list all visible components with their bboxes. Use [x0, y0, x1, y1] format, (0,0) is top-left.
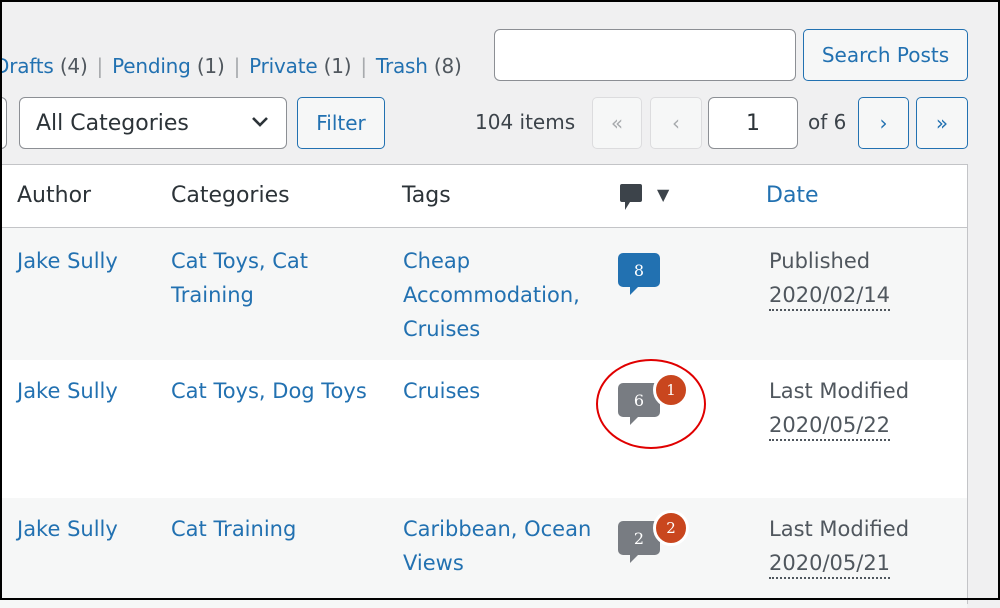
date-cell: Published 2020/02/14: [769, 244, 891, 312]
date-status: Last Modified: [769, 517, 910, 541]
tag-link[interactable]: Cheap: [403, 244, 580, 278]
category-filter-value: All Categories: [36, 110, 189, 136]
separator: |: [360, 54, 367, 78]
posts-table: Author Categories Tags ▼ Date Jake Sully…: [0, 164, 968, 608]
status-link-drafts[interactable]: Drafts (4): [0, 54, 88, 78]
current-page-input[interactable]: 1: [708, 97, 798, 149]
status-link-trash[interactable]: Trash (8): [376, 54, 462, 78]
status-link-private[interactable]: Private (1): [249, 54, 351, 78]
date-cell: Last Modified 2020/05/22: [769, 374, 909, 442]
last-page-button[interactable]: »: [916, 97, 968, 149]
date-value: 2020/05/22: [769, 411, 891, 441]
separator: |: [233, 54, 241, 78]
date-value: 2020/02/14: [769, 281, 891, 311]
separator: |: [96, 54, 104, 78]
date-value: 2020/05/21: [769, 549, 891, 579]
search-posts-input[interactable]: [494, 29, 796, 81]
column-header-categories: Categories: [171, 183, 290, 208]
search-posts-button[interactable]: Search Posts: [803, 29, 968, 81]
date-status: Published: [769, 249, 871, 273]
category-link[interactable]: Training: [171, 278, 308, 312]
next-page-button[interactable]: ›: [858, 97, 909, 149]
comment-icon: [620, 184, 642, 210]
column-header-tags: Tags: [402, 183, 451, 208]
approved-comments-bubble[interactable]: 8: [618, 253, 660, 295]
chevron-down-icon: [252, 117, 268, 127]
categories-cell: Cat Training: [171, 512, 296, 546]
author-link[interactable]: Jake Sully: [17, 512, 118, 546]
tags-cell: Caribbean, Ocean Views: [403, 512, 591, 580]
status-link-pending[interactable]: Pending (1): [112, 54, 225, 78]
author-link[interactable]: Jake Sully: [17, 374, 118, 408]
sort-down-icon: ▼: [657, 185, 670, 204]
tags-cell: Cheap Accommodation, Cruises: [403, 244, 580, 346]
category-link[interactable]: Cat Toys, Dog Toys: [171, 374, 367, 408]
tag-link[interactable]: Caribbean, Ocean: [403, 512, 591, 546]
tag-link[interactable]: Cruises: [403, 312, 580, 346]
author-link[interactable]: Jake Sully: [17, 244, 118, 278]
highlight-annotation-circle: [596, 359, 706, 449]
categories-cell: Cat Toys, Dog Toys: [171, 374, 367, 408]
category-link[interactable]: Cat Training: [171, 512, 296, 546]
tag-link[interactable]: Views: [403, 546, 591, 580]
first-page-button[interactable]: «: [592, 97, 642, 149]
tag-link[interactable]: Accommodation,: [403, 278, 580, 312]
date-status: Last Modified: [769, 379, 910, 403]
column-header-date[interactable]: Date: [766, 183, 819, 208]
tags-cell: Cruises: [403, 374, 480, 408]
total-pages: of 6: [808, 110, 847, 134]
categories-cell: Cat Toys, Cat Training: [171, 244, 308, 312]
column-header-author: Author: [17, 183, 92, 208]
bulk-actions-select[interactable]: [0, 97, 7, 149]
tag-link[interactable]: Cruises: [403, 374, 480, 408]
date-cell: Last Modified 2020/05/21: [769, 512, 909, 580]
items-count: 104 items: [475, 110, 576, 134]
filter-button[interactable]: Filter: [297, 97, 385, 149]
table-row: Jake Sully Cat Toys, Dog Toys Cruises 6 …: [0, 360, 967, 498]
table-header: Author Categories Tags ▼ Date: [0, 165, 967, 228]
category-filter-select[interactable]: All Categories: [19, 97, 287, 149]
table-row: Jake Sully Cat Toys, Cat Training Cheap …: [0, 228, 967, 360]
table-row: Jake Sully Cat Training Caribbean, Ocean…: [0, 498, 967, 608]
category-link[interactable]: Cat Toys, Cat: [171, 244, 308, 278]
pending-comments-badge[interactable]: 2: [653, 510, 689, 546]
previous-page-button[interactable]: ‹: [650, 97, 702, 149]
post-status-filters: Drafts (4) | Pending (1) | Private (1) | Trash…: [0, 54, 462, 78]
column-header-comments[interactable]: ▼: [619, 183, 669, 219]
